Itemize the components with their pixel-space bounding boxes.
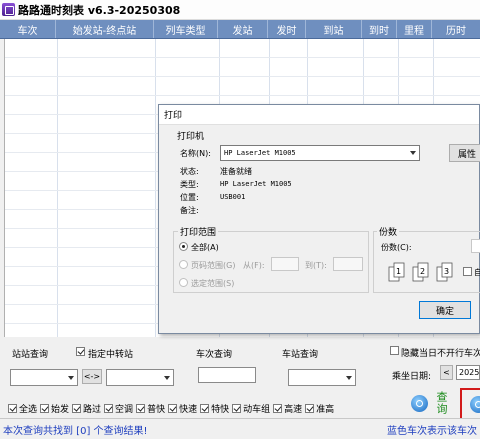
range-section-title: 打印范围 — [178, 225, 219, 238]
from-station-select[interactable] — [10, 369, 78, 386]
range-pages-label: 页码范围(G) — [191, 261, 236, 270]
date-input[interactable]: 2025- — [456, 365, 480, 380]
filter-fast[interactable]: 快速 — [168, 402, 197, 415]
filter-passing[interactable]: 路过 — [72, 402, 101, 415]
copies-label: 份数(C): — [381, 243, 412, 252]
filter-normal-express[interactable]: 普快 — [136, 402, 165, 415]
svg-text:3: 3 — [444, 267, 449, 276]
range-all-radio[interactable] — [179, 242, 188, 251]
to-page-label: 到(T): — [305, 261, 327, 270]
date-label: 乘坐日期: — [392, 372, 432, 382]
filter-checkbox[interactable] — [72, 404, 82, 413]
to-station-select[interactable] — [106, 369, 174, 386]
column-header[interactable]: 到时 — [362, 20, 397, 38]
printer-select[interactable]: HP LaserJet M1005 — [220, 145, 420, 161]
type-label: 类型: — [180, 180, 199, 189]
column-header[interactable]: 始发站-终点站 — [56, 20, 154, 38]
status-value: 准备就绪 — [220, 167, 252, 176]
filter-high-speed[interactable]: 高速 — [273, 402, 302, 415]
filter-checkbox[interactable] — [136, 404, 146, 413]
column-header[interactable]: 到站 — [306, 20, 362, 38]
filter-checkbox[interactable] — [305, 404, 315, 413]
title-bar: 路路通时刻表 v6.3-20250308 — [0, 0, 480, 20]
copies-section-title: 份数 — [377, 225, 400, 238]
swap-stations-button[interactable]: <-> — [82, 369, 102, 384]
filter-checkbox[interactable] — [232, 404, 242, 413]
dialog-title: 打印 — [159, 105, 479, 125]
collate-label: 自 — [474, 268, 480, 277]
train-type-filters: 全选 始发 路过 空调 普快 快速 特快 动车组 高速 准高 — [8, 402, 337, 415]
type-value: HP LaserJet M1005 — [220, 180, 292, 188]
printer-section-title: 打印机 — [175, 129, 207, 142]
comment-label: 备注: — [180, 206, 199, 215]
hide-not-running-label: 隐藏当日不开行车次 — [401, 349, 480, 359]
column-header[interactable]: 发时 — [268, 20, 306, 38]
collate-checkbox[interactable] — [463, 267, 472, 276]
collate-pages-icon: 1 2 3 — [388, 262, 453, 282]
search-icon[interactable] — [411, 395, 428, 412]
filter-quasi-high-speed[interactable]: 准高 — [305, 402, 334, 415]
via-station-checkbox[interactable] — [76, 347, 85, 356]
location-label: 位置: — [180, 193, 199, 202]
from-page-label: 从(F): — [243, 261, 265, 270]
ok-button[interactable]: 确定 — [419, 301, 471, 319]
svg-text:1: 1 — [396, 267, 401, 276]
copies-input[interactable] — [471, 239, 480, 253]
range-pages-radio[interactable] — [179, 260, 188, 269]
filter-origin[interactable]: 始发 — [40, 402, 69, 415]
train-query-label: 车次查询 — [196, 350, 233, 360]
column-header[interactable]: 列车类型 — [154, 20, 218, 38]
grid-header: 车次 始发站-终点站 列车类型 发站 发时 到站 到时 里程 历时 — [0, 20, 480, 39]
result-count-text: 本次查询共找到 [0] 个查询结果! — [3, 425, 148, 437]
station-query-label: 站站查询 — [12, 350, 49, 360]
printer-name-label: 名称(N): — [180, 149, 211, 158]
to-page-input[interactable] — [333, 257, 363, 271]
filter-special-express[interactable]: 特快 — [200, 402, 229, 415]
via-station-label: 指定中转站 — [88, 350, 134, 360]
status-label: 状态: — [180, 167, 199, 176]
column-header[interactable]: 发站 — [218, 20, 268, 38]
location-value: USB001 — [220, 193, 246, 201]
svg-text:2: 2 — [420, 267, 425, 276]
filter-emu[interactable]: 动车组 — [232, 402, 270, 415]
status-bar: 本次查询共找到 [0] 个查询结果! 蓝色车次表示该车次 — [0, 418, 480, 439]
app-icon — [2, 3, 15, 16]
hide-not-running-checkbox[interactable] — [390, 346, 399, 355]
properties-button[interactable]: 属性 — [449, 144, 480, 162]
filter-checkbox[interactable] — [40, 404, 50, 413]
filter-all[interactable]: 全选 — [8, 402, 37, 415]
filter-checkbox[interactable] — [8, 404, 17, 413]
range-all-label: 全部(A) — [191, 243, 219, 252]
legend-hint-text: 蓝色车次表示该车次 — [387, 425, 477, 437]
filter-checkbox[interactable] — [168, 404, 178, 413]
filter-checkbox[interactable] — [273, 404, 283, 413]
filter-checkbox[interactable] — [104, 404, 114, 413]
train-number-input[interactable] — [198, 367, 256, 383]
column-header[interactable]: 历时 — [432, 20, 480, 38]
range-selection-radio[interactable] — [179, 278, 188, 287]
column-header[interactable]: 里程 — [397, 20, 432, 38]
query-button[interactable]: 查询 — [433, 391, 449, 415]
column-header[interactable]: 车次 — [0, 20, 56, 38]
window-title: 路路通时刻表 v6.3-20250308 — [18, 3, 181, 17]
from-page-input[interactable] — [271, 257, 299, 271]
range-selection-label: 选定范围(S) — [191, 279, 235, 288]
print-icon[interactable] — [470, 396, 480, 413]
filter-aircon[interactable]: 空调 — [104, 402, 133, 415]
filter-checkbox[interactable] — [200, 404, 210, 413]
stop-station-select[interactable] — [288, 369, 356, 386]
print-dialog: 打印 打印机 名称(N): HP LaserJet M1005 属性 状态: 准… — [158, 104, 480, 334]
prev-date-button[interactable]: < — [440, 365, 453, 380]
station-stop-query-label: 车站查询 — [282, 350, 319, 360]
